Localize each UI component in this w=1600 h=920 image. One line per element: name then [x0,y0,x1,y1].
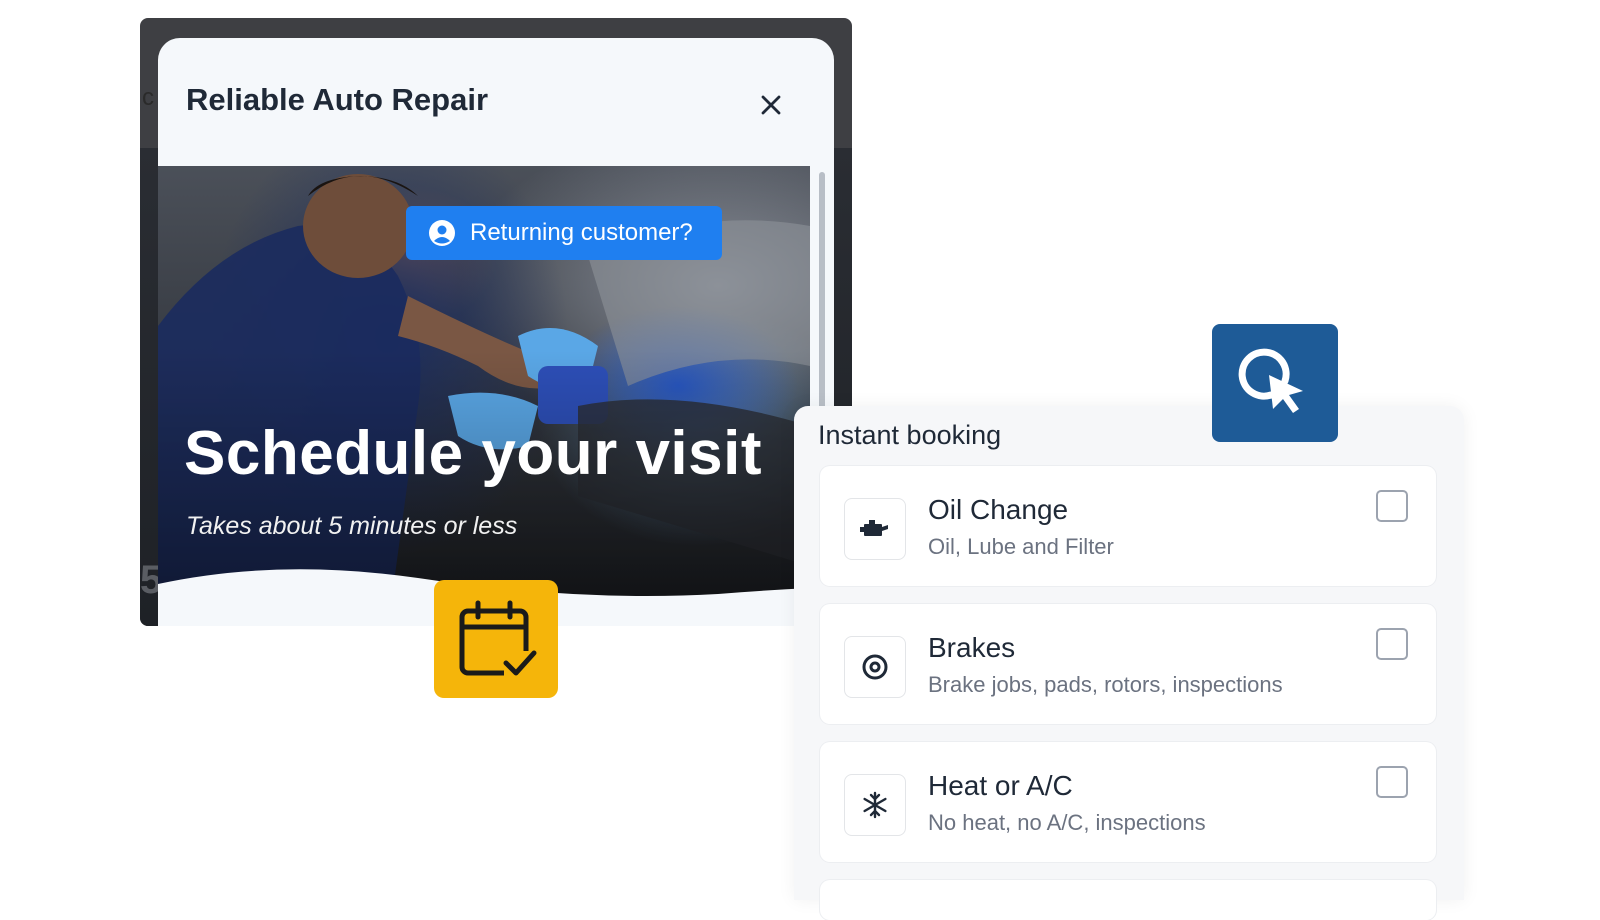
modal-header: Reliable Auto Repair [158,38,834,166]
returning-customer-label: Returning customer? [470,219,693,246]
service-card-brakes[interactable]: Brakes Brake jobs, pads, rotors, inspect… [820,604,1436,724]
returning-customer-button[interactable]: Returning customer? [406,206,722,260]
cursor-click-icon [1238,348,1303,413]
hero-title: Schedule your visit [184,419,763,488]
modal-title: Reliable Auto Repair [186,82,489,117]
calendar-check-icon [459,600,538,681]
hero-subtitle: Takes about 5 minutes or less [186,512,518,540]
close-button[interactable] [754,88,788,122]
snowflake-icon [863,791,887,819]
booking-modal: Reliable Auto Repair Returning customer?… [158,38,834,626]
instant-booking-panel: Instant booking Oil Change Oil, Lube and… [794,406,1464,920]
booking-title: Instant booking [818,420,1002,450]
user-circle-icon [429,220,455,246]
service-icon-box [844,636,906,698]
close-icon [761,95,781,115]
hero-image: Returning customer? Schedule your visit … [158,166,810,626]
cursor-badge [1212,324,1338,442]
brakes-checkbox[interactable] [1376,628,1408,660]
service-description: No heat, no A/C, inspections [928,810,1206,835]
oil-change-checkbox[interactable] [1376,490,1408,522]
service-description: Brake jobs, pads, rotors, inspections [928,672,1283,697]
service-card-heat-ac[interactable]: Heat or A/C No heat, no A/C, inspections [820,742,1436,862]
service-name: Oil Change [928,494,1069,525]
service-description: Oil, Lube and Filter [928,534,1114,559]
service-card-more[interactable] [820,880,1436,920]
calendar-badge [434,580,558,698]
service-icon-box [844,498,906,560]
brake-disc-icon [862,654,888,680]
service-name: Heat or A/C [928,770,1073,801]
service-icon-box [844,774,906,836]
oil-can-icon [860,520,888,536]
service-name: Brakes [928,632,1016,663]
scrollbar-thumb[interactable] [819,172,825,412]
background-text: c [142,84,154,111]
heat-ac-checkbox[interactable] [1376,766,1408,798]
service-card-oil-change[interactable]: Oil Change Oil, Lube and Filter [820,466,1436,586]
